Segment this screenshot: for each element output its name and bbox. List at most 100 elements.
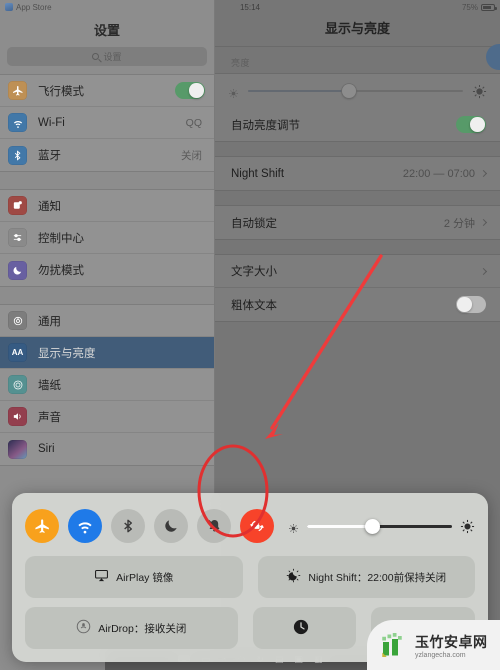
text-size-label: 文字大小: [231, 266, 277, 278]
watermark-title: 玉竹安卓网: [415, 633, 488, 650]
sidebar-item-control-center[interactable]: 控制中心: [0, 222, 214, 254]
sidebar-item-label: 控制中心: [38, 232, 84, 245]
sidebar-item-label: 通用: [38, 315, 61, 328]
sidebar-item-label: 墙纸: [38, 379, 61, 392]
sidebar-item-label: 显示与亮度: [38, 347, 96, 360]
sidebar-item-label: 飞行模式: [38, 85, 84, 98]
status-bar-right: 75%: [461, 2, 497, 12]
search-placeholder: 设置: [103, 52, 122, 62]
auto-brightness-label: 自动亮度调节: [231, 119, 300, 132]
sidebar-search-wrap: 设置: [0, 47, 214, 74]
wallpaper-icon: [8, 375, 27, 394]
sun-small-icon: [228, 86, 239, 98]
sidebar-item-label: Wi-Fi: [38, 116, 65, 129]
detail-gap: [215, 142, 500, 156]
brightness-slider-fill: [248, 90, 350, 92]
airplay-mirroring-tile[interactable]: AirPlay 镜像: [25, 556, 243, 598]
sun-large-icon: [472, 84, 487, 99]
detail-gap: [215, 191, 500, 205]
sidebar-item-label: 声音: [38, 411, 61, 424]
auto-lock-value: 2 分钟: [443, 217, 475, 230]
brightness-slider-knob[interactable]: [342, 84, 357, 98]
control-center-icon: [8, 228, 27, 247]
sidebar-item-bluetooth[interactable]: 蓝牙 关闭: [0, 139, 214, 171]
bluetooth-icon: [8, 145, 27, 165]
battery-icon: [481, 3, 497, 11]
display-brightness-icon: AA: [8, 343, 27, 362]
watermark-logo-icon: [380, 630, 410, 660]
rotation-lock-button[interactable]: [240, 509, 274, 543]
sidebar-group-notifications: 通知 控制中心 勿扰模式: [0, 189, 214, 287]
sidebar-title: 设置: [93, 23, 120, 38]
bold-text-toggle[interactable]: [456, 296, 486, 313]
brightness-slider-row[interactable]: [215, 74, 500, 108]
night-shift-row[interactable]: Night Shift 22:00 — 07:00: [215, 157, 500, 190]
sidebar-group-connectivity: 飞行模式 Wi-Fi QQ 蓝牙 关闭: [0, 74, 214, 172]
control-center-buttons: [25, 509, 274, 543]
sidebar-item-sound[interactable]: 声音: [0, 401, 214, 433]
night-shift-tile-label: Night Shift：22:00前保持关闭: [308, 571, 447, 584]
sidebar-item-label: 勿扰模式: [38, 265, 84, 277]
sound-icon: [8, 407, 27, 426]
brightness-group: 自动亮度调节: [215, 73, 500, 142]
brightness-section-label: 亮度: [231, 58, 251, 68]
bold-text-label: 粗体文本: [231, 299, 277, 312]
watermark: 玉竹安卓网 yzlangecha.com: [367, 620, 500, 670]
airplane-icon: [8, 81, 27, 100]
text-size-row[interactable]: 文字大小: [215, 255, 500, 288]
siri-icon: [8, 439, 27, 459]
auto-brightness-row[interactable]: 自动亮度调节: [215, 108, 500, 141]
do-not-disturb-button[interactable]: [154, 509, 188, 543]
auto-brightness-toggle[interactable]: [456, 116, 486, 133]
sidebar-item-do-not-disturb[interactable]: 勿扰模式: [0, 254, 214, 286]
status-bar: App Store 15:14 75%: [0, 0, 500, 14]
bold-text-row[interactable]: 粗体文本: [215, 288, 500, 321]
sidebar-item-airplane[interactable]: 飞行模式: [0, 75, 214, 107]
sidebar-item-wallpaper[interactable]: 墙纸: [0, 369, 214, 401]
chevron-right-icon: [479, 267, 488, 275]
night-shift-label: Night Shift: [231, 167, 285, 180]
text-group: 文字大小 粗体文本: [215, 254, 500, 322]
sidebar-item-siri[interactable]: Siri: [0, 433, 214, 465]
sidebar-group-system: 通用 AA 显示与亮度 墙纸 声音 Siri: [0, 304, 214, 466]
search-icon: [92, 53, 100, 60]
wifi-button[interactable]: [68, 509, 102, 543]
brightness-slider[interactable]: [248, 84, 463, 98]
sidebar-item-general[interactable]: 通用: [0, 305, 214, 337]
sidebar-item-display-brightness[interactable]: AA 显示与亮度: [0, 337, 214, 369]
auto-lock-label: 自动锁定: [231, 217, 277, 230]
timer-icon: [292, 618, 310, 639]
control-center-brightness-slider[interactable]: [307, 518, 452, 534]
sidebar-item-label: 通知: [38, 200, 61, 213]
search-input[interactable]: 设置: [7, 47, 207, 66]
airplay-label: AirPlay 镜像: [116, 571, 174, 584]
night-shift-icon: [286, 568, 301, 586]
screenshot-root: 设置 设置 飞行模式 Wi-Fi QQ 蓝牙 关闭 通知 控制中心 勿扰模式 通…: [0, 0, 500, 670]
mute-button[interactable]: [197, 509, 231, 543]
control-center-top-row: [25, 505, 475, 547]
timer-tile[interactable]: [252, 607, 357, 649]
brightness-fill: [307, 524, 373, 528]
airdrop-icon: [76, 619, 91, 637]
auto-lock-row[interactable]: 自动锁定 2 分钟: [215, 206, 500, 239]
control-center-brightness[interactable]: [288, 518, 475, 534]
airplane-toggle[interactable]: [175, 82, 205, 99]
airdrop-label: AirDrop：接收关闭: [98, 622, 187, 635]
sidebar-item-notifications[interactable]: 通知: [0, 190, 214, 222]
night-shift-tile[interactable]: Night Shift：22:00前保持关闭: [257, 556, 475, 598]
watermark-text: 玉竹安卓网 yzlangecha.com: [415, 632, 488, 659]
sidebar-item-label: Siri: [38, 443, 55, 455]
watermark-url: yzlangecha.com: [415, 651, 466, 659]
notifications-icon: [8, 196, 27, 215]
chevron-right-icon: [479, 169, 488, 178]
bluetooth-button[interactable]: [111, 509, 145, 543]
sidebar-item-wifi[interactable]: Wi-Fi QQ: [0, 107, 214, 139]
battery-percent-label: 75%: [461, 2, 478, 12]
brightness-knob[interactable]: [364, 518, 380, 534]
night-shift-value: 22:00 — 07:00: [402, 167, 475, 180]
airplane-mode-button[interactable]: [25, 509, 59, 543]
do-not-disturb-icon: [8, 260, 27, 280]
airdrop-tile[interactable]: AirDrop：接收关闭: [25, 607, 238, 649]
